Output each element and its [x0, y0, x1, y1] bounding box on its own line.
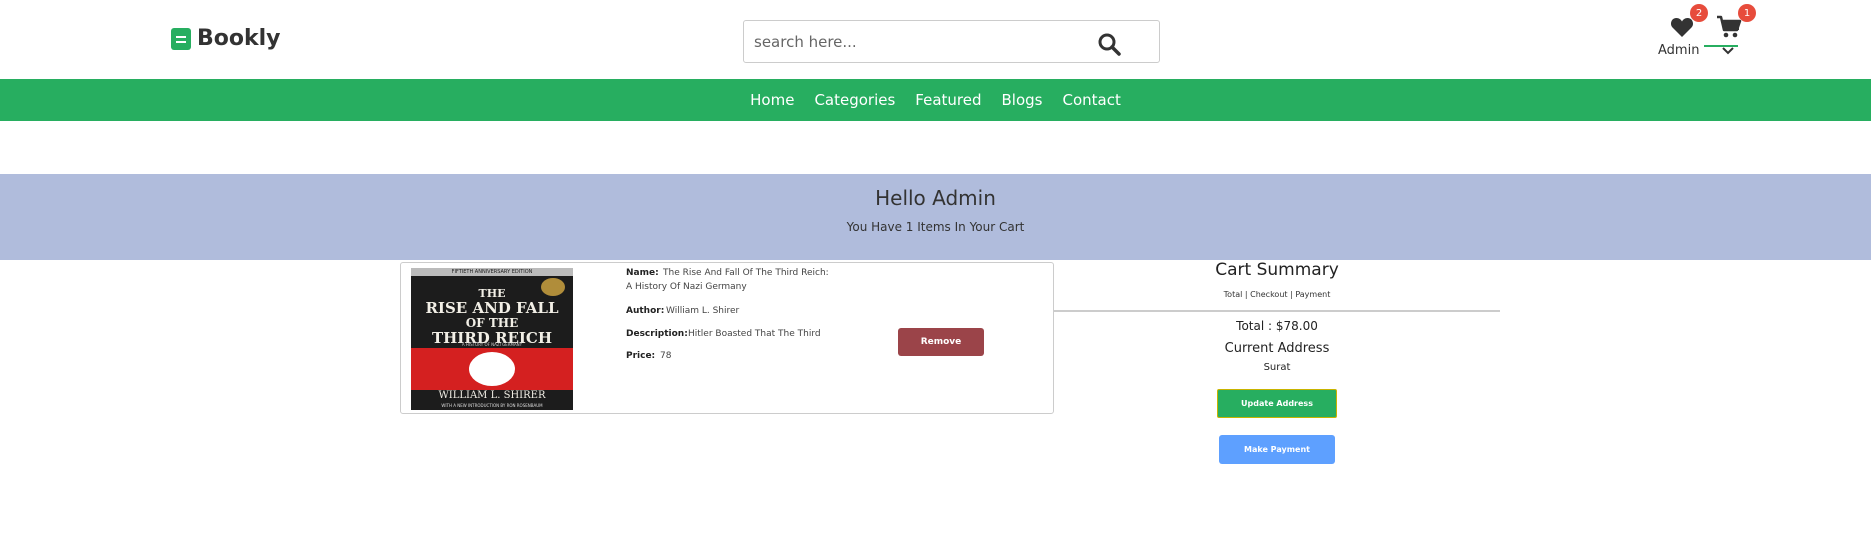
price-label: Price:: [626, 351, 656, 361]
cart-summary-subtitle: Total | Checkout | Payment: [1223, 290, 1331, 299]
wishlist-count-badge: 2: [1690, 4, 1708, 22]
greeting-subtitle: You Have 1 Items In Your Cart: [846, 220, 1025, 234]
name-value-line1: The Rise And Fall Of The Third Reich:: [663, 268, 829, 278]
cart-icon[interactable]: [1716, 15, 1742, 39]
cover-subtitle: A HISTORY OF NAZI GERMANY: [461, 342, 523, 347]
nav-item-contact[interactable]: Contact: [1063, 91, 1121, 109]
cart-summary-title: Cart Summary: [1215, 260, 1339, 280]
greeting-title: Hello Admin: [875, 186, 996, 210]
cart-count-badge: 1: [1738, 4, 1756, 22]
heart-icon[interactable]: [1670, 16, 1694, 38]
nav-item-blogs[interactable]: Blogs: [1002, 91, 1043, 109]
book-cover-image: FIFTIETH ANNIVERSARY EDITION THE RISE AN…: [411, 268, 573, 410]
remove-button[interactable]: Remove: [898, 328, 984, 356]
search-icon[interactable]: [1097, 32, 1121, 56]
chevron-down-icon[interactable]: [1721, 46, 1735, 56]
description-label: Description:: [626, 329, 688, 339]
main-navbar: Home Categories Featured Blogs Contact: [0, 79, 1871, 121]
description-value: Hitler Boasted That The Third: [688, 329, 821, 339]
nav-item-featured[interactable]: Featured: [915, 91, 981, 109]
current-address-value: Surat: [1263, 362, 1291, 373]
author-value: William L. Shirer: [666, 306, 740, 316]
cover-emblem: [469, 352, 515, 386]
name-label: Name:: [626, 268, 659, 278]
search-input[interactable]: [754, 29, 1094, 55]
summary-divider: [1054, 310, 1500, 312]
brand-name: Bookly: [197, 26, 281, 51]
greeting-banner: Hello Admin You Have 1 Items In Your Car…: [0, 174, 1871, 260]
nav-item-categories[interactable]: Categories: [814, 91, 895, 109]
cover-footer: WITH A NEW INTRODUCTION BY RON ROSENBAUM: [441, 403, 543, 408]
cover-author: WILLIAM L. SHIRER: [438, 390, 546, 401]
update-address-button[interactable]: Update Address: [1217, 389, 1337, 418]
cart-total: Total : $78.00: [1236, 319, 1318, 333]
user-label[interactable]: Admin: [1658, 43, 1699, 58]
brand-logo[interactable]: Bookly: [171, 26, 281, 51]
cover-title: THE RISE AND FALL OF THE THIRD REICH: [425, 287, 559, 347]
cover-top-text: FIFTIETH ANNIVERSARY EDITION: [411, 268, 573, 276]
book-icon: [171, 27, 191, 50]
name-value-line2: A History Of Nazi Germany: [626, 282, 747, 292]
current-address-heading: Current Address: [1224, 341, 1330, 356]
nav-item-home[interactable]: Home: [750, 91, 794, 109]
price-value: 78: [660, 351, 672, 361]
make-payment-button[interactable]: Make Payment: [1219, 435, 1335, 464]
site-header: Bookly 2 1 Admin: [0, 0, 1871, 79]
author-label: Author:: [626, 306, 665, 316]
